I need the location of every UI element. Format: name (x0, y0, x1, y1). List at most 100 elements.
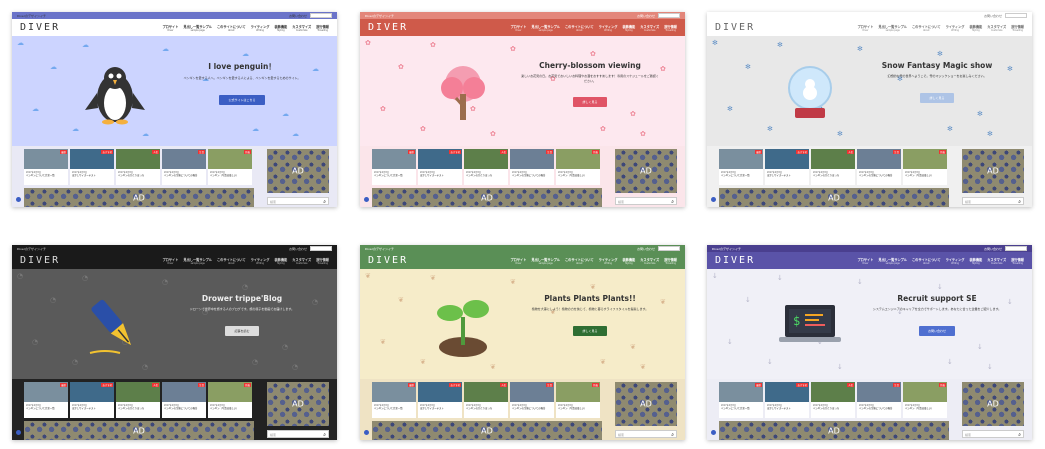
nav-item[interactable]: カスタマイズ Customize (987, 24, 1006, 32)
post-card[interactable]: 最新 2017年2月8日 ペンギンについて完全一覧 (372, 382, 416, 418)
post-card[interactable]: 注目 2017年2月8日 ペンギンの生態についての報告 (857, 149, 901, 185)
sidebar-ad[interactable]: AD (615, 382, 677, 426)
nav-item[interactable]: このサイトについて About (912, 257, 941, 265)
nav-item[interactable]: このサイトについて About (565, 257, 594, 265)
ad-banner[interactable]: AD (372, 421, 602, 440)
sidebar-search-input[interactable]: 検索 ⌕ (267, 197, 329, 205)
nav-item[interactable]: 見出し一覧サンプル sample page (183, 257, 212, 265)
nav-item[interactable]: カスタマイズ Customize (640, 24, 659, 32)
ad-banner[interactable]: AD (24, 188, 254, 207)
top-search-input[interactable] (1005, 13, 1027, 18)
post-card[interactable]: おすすめ 2017年2月8日 ぼかしサイズーテスト (70, 149, 114, 185)
nav-item[interactable]: 旅行情報 Travelling (664, 257, 677, 265)
post-card[interactable]: 人気 2017年2月8日 ペンギンのひとりぼっち (464, 382, 508, 418)
post-card[interactable]: 注目 2017年2月8日 ペンギンの生態についての報告 (510, 382, 554, 418)
nav-item[interactable]: このサイトについて About (912, 24, 941, 32)
nav-item[interactable]: プロサイト Diver (857, 257, 873, 265)
nav-item[interactable]: このサイトについて About (217, 24, 246, 32)
hero-button[interactable]: 詳しく見る (573, 97, 607, 107)
ad-banner[interactable]: AD (372, 188, 602, 207)
sidebar-search-input[interactable]: 検索 ⌕ (615, 430, 677, 438)
nav-item[interactable]: このサイトについて About (565, 24, 594, 32)
nav-item[interactable]: 装飾機能 Styling (969, 257, 982, 265)
nav-item[interactable]: プロサイト Diver (857, 24, 873, 32)
contact-link[interactable]: お問い合わせ (289, 247, 307, 251)
sidebar-ad[interactable]: AD (267, 382, 329, 426)
site-logo[interactable]: DIVER (368, 22, 510, 33)
post-card[interactable]: 新着 2017年2月8日 ペンギン（写真は楽しい） (556, 382, 600, 418)
search-icon[interactable]: ⌕ (323, 199, 326, 205)
site-logo[interactable]: DIVER (715, 255, 857, 266)
nav-item[interactable]: 装飾機能 Styling (274, 257, 287, 265)
nav-item[interactable]: 見出し一覧サンプル sample page (183, 24, 212, 32)
nav-item[interactable]: プロサイト Diver (510, 257, 526, 265)
post-card[interactable]: おすすめ 2017年2月8日 ぼかしサイズーテスト (765, 382, 809, 418)
contact-link[interactable]: お問い合わせ (984, 14, 1002, 18)
sidebar-ad[interactable]: AD (615, 149, 677, 193)
search-icon[interactable]: ⌕ (1018, 199, 1021, 205)
search-icon[interactable]: ⌕ (1018, 432, 1021, 438)
hero-button[interactable]: お問い合わせ (918, 325, 955, 336)
nav-item[interactable]: 見出し一覧サンプル sample page (531, 257, 560, 265)
theme-preview-card[interactable]: Diverのデザインイチ お問い合わせ DIVER プロサイト Diver 見出し一… (12, 245, 337, 440)
nav-item[interactable]: 見出し一覧サンプル sample page (531, 24, 560, 32)
nav-item[interactable]: プロサイト Diver (510, 24, 526, 32)
contact-link[interactable]: お問い合わせ (637, 14, 655, 18)
nav-item[interactable]: ライティング Writing (599, 24, 618, 32)
search-icon[interactable]: ⌕ (671, 199, 674, 205)
nav-item[interactable]: ライティング Writing (599, 257, 618, 265)
post-card[interactable]: おすすめ 2017年2月8日 ぼかしサイズーテスト (70, 382, 114, 418)
nav-item[interactable]: ライティング Writing (946, 257, 965, 265)
nav-item[interactable]: 装飾機能 Styling (622, 257, 635, 265)
contact-link[interactable]: お問い合わせ (984, 247, 1002, 251)
sidebar-search-input[interactable]: 検索 ⌕ (962, 430, 1024, 438)
top-search-input[interactable] (1005, 246, 1027, 251)
post-card[interactable]: 人気 2017年2月8日 ペンギンのひとりぼっち (464, 149, 508, 185)
gear-icon[interactable] (364, 197, 369, 202)
ad-banner[interactable]: AD (719, 421, 949, 440)
post-card[interactable]: 人気 2017年2月8日 ペンギンのひとりぼっち (811, 382, 855, 418)
sidebar-search-input[interactable]: 検索 ⌕ (615, 197, 677, 205)
gear-icon[interactable] (364, 430, 369, 435)
search-icon[interactable]: ⌕ (323, 432, 326, 438)
post-card[interactable]: 注目 2017年2月8日 ペンギンの生態についての報告 (510, 149, 554, 185)
nav-item[interactable]: ライティング Writing (251, 24, 270, 32)
sidebar-ad[interactable]: AD (962, 149, 1024, 193)
nav-item[interactable]: 装飾機能 Styling (969, 24, 982, 32)
top-search-input[interactable] (658, 246, 680, 251)
nav-item[interactable]: カスタマイズ Customize (987, 257, 1006, 265)
post-card[interactable]: おすすめ 2017年2月8日 ぼかしサイズーテスト (418, 382, 462, 418)
site-logo[interactable]: DIVER (368, 255, 510, 266)
nav-item[interactable]: カスタマイズ Customize (292, 257, 311, 265)
gear-icon[interactable] (16, 197, 21, 202)
post-card[interactable]: 最新 2017年2月8日 ペンギンについて完全一覧 (719, 382, 763, 418)
nav-item[interactable]: 見出し一覧サンプル sample page (878, 257, 907, 265)
nav-item[interactable]: 見出し一覧サンプル sample page (878, 24, 907, 32)
hero-button[interactable]: 記事を読む (225, 325, 259, 336)
theme-preview-card[interactable]: Diverのデザインイチ お問い合わせ DIVER プロサイト Diver 見出し一… (707, 245, 1032, 440)
nav-item[interactable]: 装飾機能 Styling (274, 24, 287, 32)
post-card[interactable]: おすすめ 2017年2月8日 ぼかしサイズーテスト (418, 149, 462, 185)
nav-item[interactable]: 装飾機能 Styling (622, 24, 635, 32)
hero-button[interactable]: 公式サイトはこちら (219, 94, 265, 105)
post-card[interactable]: 人気 2017年2月8日 ペンギンのひとりぼっち (116, 149, 160, 185)
ad-banner[interactable]: AD (24, 421, 254, 440)
post-card[interactable]: 最新 2017年2月8日 ペンギンについて完全一覧 (24, 382, 68, 418)
post-card[interactable]: 人気 2017年2月8日 ペンギンのひとりぼっち (116, 382, 160, 418)
post-card[interactable]: 新着 2017年2月8日 ペンギン（写真は楽しい） (208, 382, 252, 418)
nav-item[interactable]: ライティング Writing (251, 257, 270, 265)
site-logo[interactable]: DIVER (20, 255, 162, 266)
post-card[interactable]: 新着 2017年2月8日 ペンギン（写真は楽しい） (208, 149, 252, 185)
theme-preview-card[interactable]: Diverのデザインイチ お問い合わせ DIVER プロサイト Diver 見出し一… (360, 245, 685, 440)
nav-item[interactable]: 旅行情報 Travelling (1011, 24, 1024, 32)
post-card[interactable]: おすすめ 2017年2月8日 ぼかしサイズーテスト (765, 149, 809, 185)
nav-item[interactable]: 旅行情報 Travelling (1011, 257, 1024, 265)
gear-icon[interactable] (711, 197, 716, 202)
contact-link[interactable]: お問い合わせ (637, 247, 655, 251)
theme-preview-card[interactable]: お問い合わせ DIVER プロサイト Diver 見出し一覧サンプル sample p… (707, 12, 1032, 207)
nav-item[interactable]: 旅行情報 Travelling (316, 257, 329, 265)
post-card[interactable]: 最新 2017年2月8日 ペンギンについて完全一覧 (24, 149, 68, 185)
post-card[interactable]: 注目 2017年2月8日 ペンギンの生態についての報告 (857, 382, 901, 418)
post-card[interactable]: 新着 2017年2月8日 ペンギン（写真は楽しい） (903, 149, 947, 185)
contact-link[interactable]: お問い合わせ (289, 14, 307, 18)
